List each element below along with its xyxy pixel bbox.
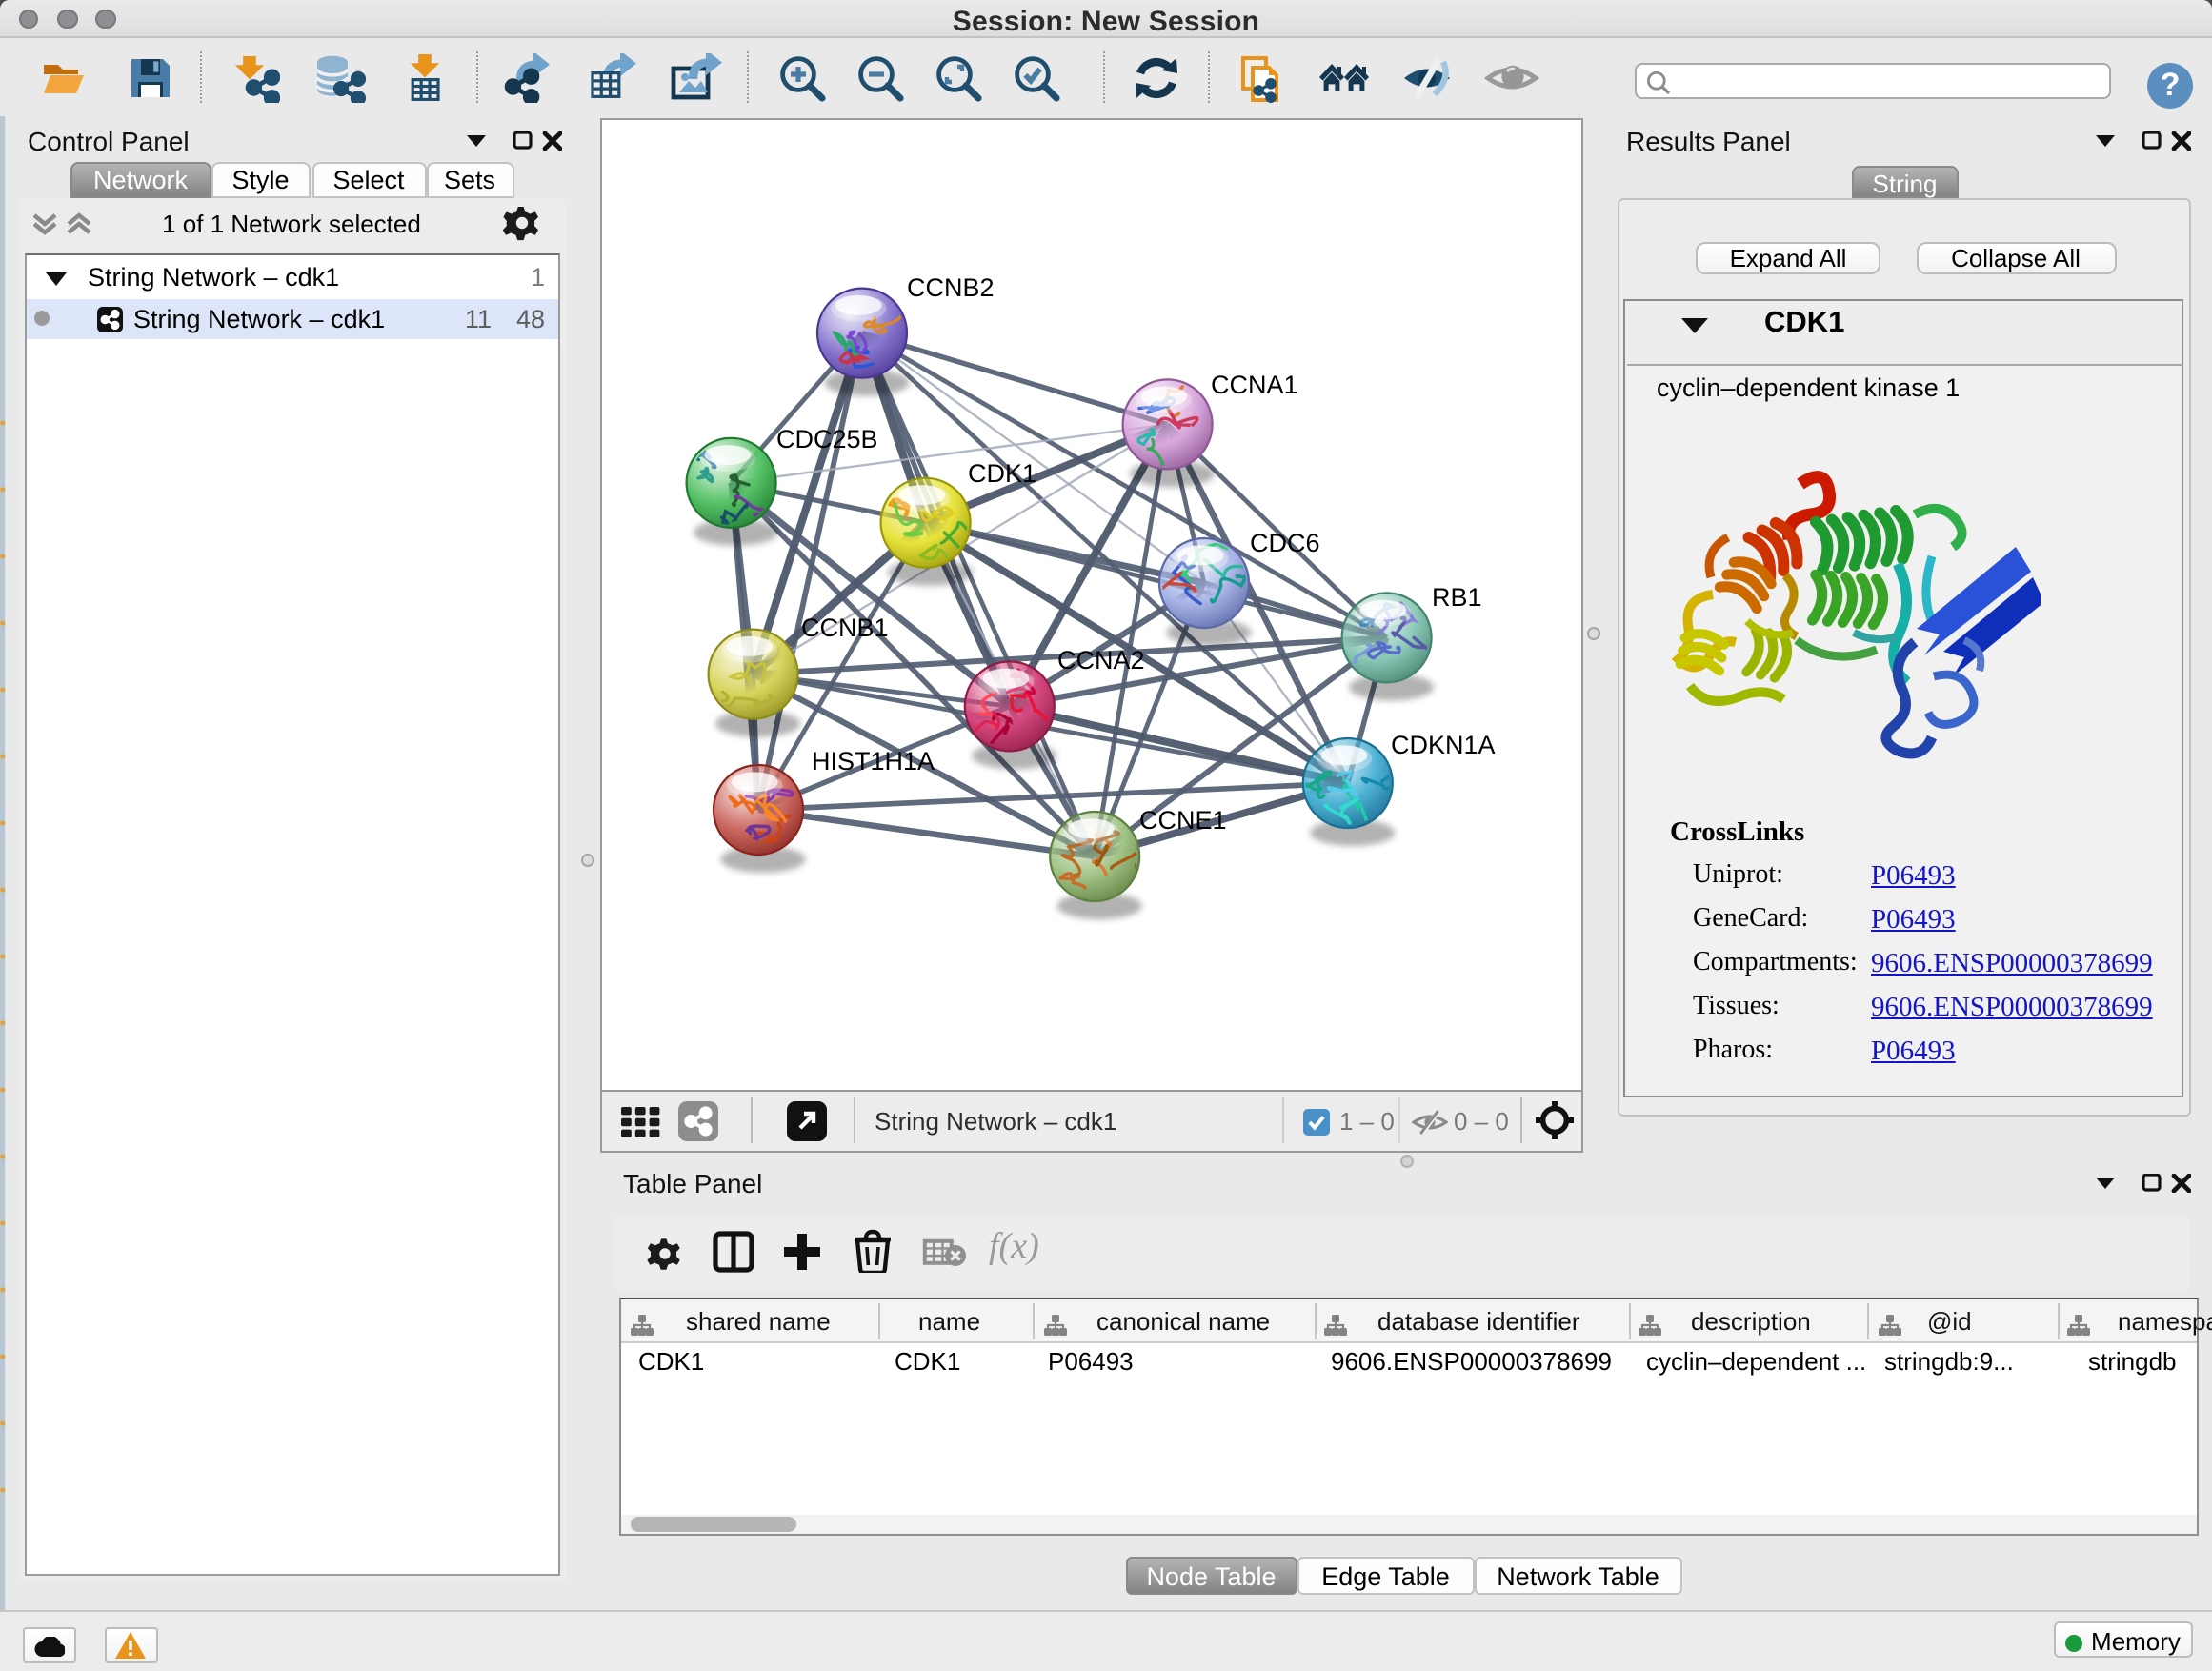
svg-text:RB1: RB1 bbox=[1431, 582, 1481, 611]
svg-text:CDC6: CDC6 bbox=[1249, 528, 1319, 556]
svg-text:CCNB2: CCNB2 bbox=[906, 272, 994, 301]
svg-text:CCNA1: CCNA1 bbox=[1210, 370, 1297, 398]
svg-text:CCNB1: CCNB1 bbox=[800, 613, 888, 641]
svg-text:CCNE1: CCNE1 bbox=[1138, 805, 1226, 834]
svg-text:CCNA2: CCNA2 bbox=[1056, 645, 1144, 674]
svg-text:CDK1: CDK1 bbox=[967, 458, 1036, 487]
svg-text:HIST1H1A: HIST1H1A bbox=[811, 746, 934, 775]
svg-text:CDKN1A: CDKN1A bbox=[1390, 730, 1495, 758]
svg-text:CDC25B: CDC25B bbox=[775, 424, 877, 453]
